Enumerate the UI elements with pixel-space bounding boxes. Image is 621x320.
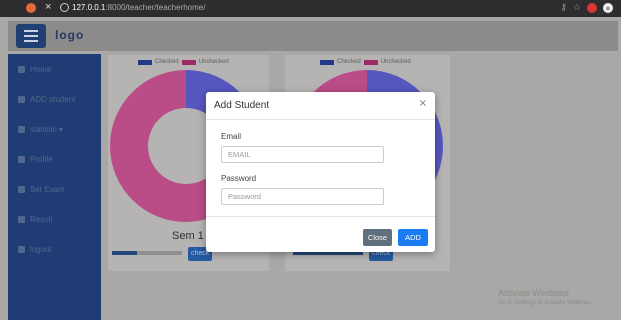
menu-toggle-button[interactable] <box>16 24 46 48</box>
modal-close-icon[interactable]: × <box>419 98 427 109</box>
progress-fill <box>112 251 137 255</box>
legend-swatch-unchecked[interactable] <box>363 59 378 65</box>
modal-footer: Close ADD <box>206 216 435 253</box>
hamburger-line <box>24 30 38 32</box>
home-icon <box>18 65 25 73</box>
top-navbar: logo <box>8 21 618 51</box>
sidebar-item-label: Set Exam <box>30 184 65 194</box>
file-icon <box>18 95 25 103</box>
sidebar-item-home[interactable]: Home <box>18 61 51 77</box>
extension-icon[interactable]: ● <box>603 2 613 13</box>
legend-label-checked: Checked <box>337 59 361 65</box>
chart-legend: Checked Unchecked <box>138 59 229 65</box>
progress-bar <box>112 251 182 255</box>
browser-bar: × 127.0.0.1:8000/teacher/teacherhome/ ⚷ … <box>0 0 621 17</box>
sidebar-item-logout[interactable]: logout <box>18 241 52 257</box>
gear-icon <box>18 215 25 223</box>
url-host: 127.0.0.1 <box>72 3 106 12</box>
close-button[interactable]: Close <box>363 229 392 246</box>
modal-header: Add Student × <box>206 92 435 120</box>
legend-swatch-unchecked[interactable] <box>181 59 196 65</box>
id-card-icon <box>18 185 25 193</box>
sidebar: Home ADD student statistic ▾ Profile Set… <box>8 54 101 320</box>
sidebar-item-profile[interactable]: Profile <box>18 151 53 167</box>
profile-avatar[interactable] <box>587 2 597 13</box>
add-student-modal: Add Student × Email Password Close ADD <box>206 92 435 252</box>
key-icon[interactable]: ⚷ <box>560 2 567 13</box>
url-path: :8000/teacher/teacherhome/ <box>105 3 206 12</box>
hamburger-line <box>24 40 38 42</box>
sidebar-item-label: ADD student <box>30 94 76 104</box>
tab-close-icon[interactable]: × <box>45 1 51 13</box>
sidebar-item-statistic[interactable]: statistic ▾ <box>18 121 63 137</box>
sidebar-item-label: logout <box>30 244 52 254</box>
add-button[interactable]: ADD <box>398 229 428 246</box>
activate-windows-subtitle: Go to Settings to activate Windows. <box>498 300 593 306</box>
password-label: Password <box>221 174 257 183</box>
legend-label-checked: Checked <box>155 59 179 65</box>
chart-legend: Checked Unchecked <box>320 59 411 65</box>
sidebar-item-label: statistic ▾ <box>30 124 63 134</box>
sidebar-item-result[interactable]: Result <box>18 211 53 227</box>
sidebar-item-label: Result <box>30 214 53 224</box>
legend-label-unchecked: Unchecked <box>198 59 229 65</box>
email-label: Email <box>221 132 242 141</box>
address-bar[interactable]: 127.0.0.1:8000/teacher/teacherhome/ <box>72 3 205 12</box>
browser-toolbar-icons: ⚷ ☆ ● <box>560 2 613 13</box>
email-field[interactable] <box>221 146 384 163</box>
star-icon[interactable]: ☆ <box>573 2 581 13</box>
user-icon <box>18 155 25 163</box>
sidebar-item-set-exam[interactable]: Set Exam <box>18 181 65 197</box>
hamburger-line <box>24 35 38 37</box>
legend-swatch-checked[interactable] <box>138 59 152 65</box>
sidebar-item-add-student[interactable]: ADD student <box>18 91 75 107</box>
modal-title: Add Student <box>214 100 270 111</box>
password-field[interactable] <box>221 188 384 205</box>
sidebar-item-label: Profile <box>30 154 53 164</box>
legend-swatch-checked[interactable] <box>320 59 334 65</box>
tab-favicon-icon <box>26 3 36 13</box>
chart-label: Sem 1 <box>172 230 204 242</box>
app-logo[interactable]: logo <box>55 28 84 42</box>
site-info-icon[interactable] <box>60 3 69 12</box>
logout-icon <box>18 245 25 253</box>
activate-windows-title: Activate Windows <box>498 288 570 298</box>
bar-chart-icon <box>18 125 25 133</box>
legend-label-unchecked: Unchecked <box>380 59 411 65</box>
sidebar-item-label: Home <box>30 64 52 74</box>
